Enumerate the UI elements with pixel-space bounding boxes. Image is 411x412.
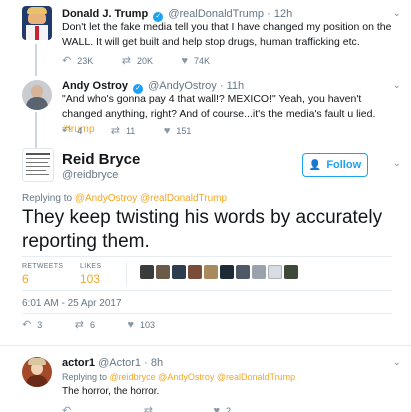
replying-to: Replying to @reidbryce @AndyOstroy @real… [62, 372, 296, 382]
main-tweet-actions: ↶ 3 ⇄ 6 ♥ 103 [22, 318, 181, 332]
reply-button[interactable]: ↶ 3 [22, 318, 42, 331]
author-handle[interactable]: @AndyOstroy [148, 80, 217, 92]
like-button[interactable]: ♥ 2 [213, 405, 231, 412]
divider [22, 256, 392, 257]
parent-tweet-andy[interactable]: Andy Ostroy ✓ @AndyOstroy · 11h ⌄ "And w… [0, 72, 411, 140]
avatar[interactable] [22, 357, 52, 387]
divider [22, 290, 392, 291]
author-name[interactable]: Donald J. Trump [62, 8, 148, 20]
tweet-text-body: "And who's gonna pay 4 that wall!? MEXIC… [62, 93, 376, 120]
mention-link[interactable]: @AndyOstroy [75, 193, 137, 204]
divider [22, 313, 392, 314]
add-user-icon: 👤 [308, 159, 322, 171]
avatar[interactable] [22, 148, 54, 182]
main-tweet-text: They keep twisting his words by accurate… [22, 207, 383, 252]
replying-to: Replying to @AndyOstroy @realDonaldTrump [22, 193, 228, 204]
tweet-timestamp: 6:01 AM - 25 Apr 2017 [22, 298, 122, 309]
liker-avatar[interactable] [236, 265, 250, 279]
retweet-button[interactable]: ⇄ 6 [75, 318, 95, 331]
like-button[interactable]: ♥ 151 [164, 125, 192, 137]
retweet-icon: ⇄ [143, 405, 153, 412]
tweet-header: actor1 @Actor1 · 8h [62, 357, 163, 369]
separator-dot: · [219, 80, 224, 92]
separator-dot: · [267, 8, 271, 20]
like-button[interactable]: ♥ 74K [182, 55, 211, 67]
reply-icon: ↶ [62, 125, 72, 137]
tweet-text: Don't let the fake media tell you that I… [62, 21, 392, 48]
reply-icon: ↶ [22, 319, 32, 331]
author-handle[interactable]: @Actor1 [98, 357, 141, 369]
reply-button[interactable]: ↶ 23K [62, 54, 93, 67]
liker-avatar[interactable] [156, 265, 170, 279]
retweet-icon: ⇄ [74, 319, 84, 331]
likes-count[interactable]: 103 [80, 272, 100, 286]
author-name[interactable]: actor1 [62, 357, 95, 369]
retweet-button[interactable]: ⇄ 11 [111, 124, 136, 137]
stats-divider [126, 262, 127, 286]
retweet-button[interactable]: ⇄ 20K [122, 54, 153, 67]
liker-avatar[interactable] [204, 265, 218, 279]
parent-tweet-trump[interactable]: Donald J. Trump ✓ @realDonaldTrump · 12h… [0, 0, 411, 72]
chevron-down-icon[interactable]: ⌄ [393, 8, 401, 19]
main-author-handle[interactable]: @reidbryce [62, 169, 118, 181]
liker-avatar[interactable] [220, 265, 234, 279]
reply-button[interactable]: ↶ 4 [62, 124, 82, 137]
heart-icon: ♥ [127, 318, 135, 331]
like-button[interactable]: ♥ 103 [128, 319, 156, 331]
tweet-text: The horror, the horror. [62, 386, 160, 397]
chevron-down-icon[interactable]: ⌄ [393, 80, 401, 91]
avatar[interactable] [22, 6, 52, 40]
heart-icon: ♥ [163, 124, 171, 137]
liker-avatar[interactable] [172, 265, 186, 279]
mention-link[interactable]: @realDonaldTrump [140, 193, 227, 204]
liker-avatar[interactable] [188, 265, 202, 279]
liker-avatar[interactable] [140, 265, 154, 279]
heart-icon: ♥ [181, 54, 189, 67]
reply-icon: ↶ [62, 405, 72, 412]
tweet-time[interactable]: 8h [151, 357, 163, 369]
tweet-actions: ↶ 4 ⇄ 11 ♥ 151 [62, 124, 217, 138]
reply-icon: ↶ [62, 55, 72, 67]
author-handle[interactable]: @realDonaldTrump [168, 8, 264, 20]
chevron-down-icon[interactable]: ⌄ [393, 357, 401, 368]
reply-button[interactable]: ↶ [62, 404, 77, 412]
retweet-icon: ⇄ [110, 125, 120, 137]
mention-link[interactable]: @reidbryce @AndyOstroy @realDonaldTrump [110, 372, 296, 382]
tweet-actions: ↶ 23K ⇄ 20K ♥ 74K [62, 54, 236, 68]
main-author-name[interactable]: Reid Bryce [62, 151, 140, 168]
tweet-actions: ↶ ⇄ ♥ 2 [62, 404, 257, 412]
likes-label: LIKES [80, 263, 102, 270]
retweet-icon: ⇄ [121, 55, 131, 67]
liker-avatar[interactable] [268, 265, 282, 279]
follow-button[interactable]: 👤 Follow [302, 153, 368, 177]
tweet-time[interactable]: 11h [227, 80, 245, 92]
reply-tweet-actor1[interactable]: actor1 @Actor1 · 8h ⌄ Replying to @reidb… [0, 345, 411, 412]
liker-avatar[interactable] [284, 265, 298, 279]
liker-avatar[interactable] [252, 265, 266, 279]
heart-icon: ♥ [213, 404, 220, 412]
avatar[interactable] [22, 80, 52, 110]
separator-dot: · [144, 357, 148, 369]
retweets-count[interactable]: 6 [22, 272, 29, 286]
chevron-down-icon[interactable]: ⌄ [393, 158, 401, 169]
retweets-label: RETWEETS [22, 263, 64, 270]
tweet-time[interactable]: 12h [274, 8, 292, 20]
retweet-button[interactable]: ⇄ [144, 404, 159, 412]
author-name[interactable]: Andy Ostroy [62, 80, 128, 92]
